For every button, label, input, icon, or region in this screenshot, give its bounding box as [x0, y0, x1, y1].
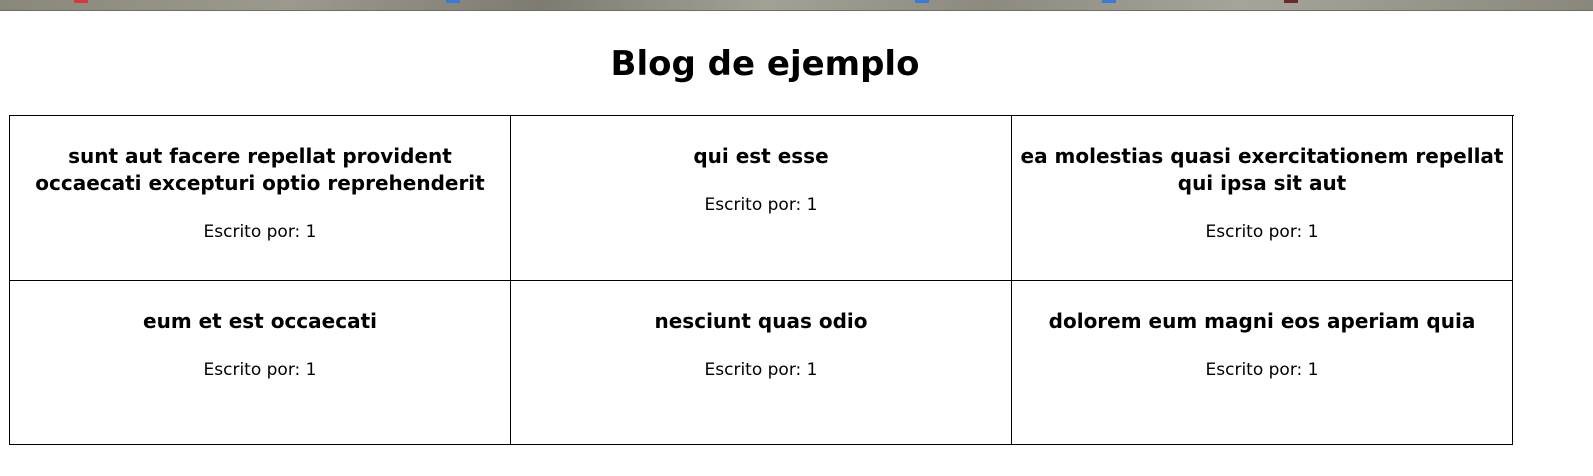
post-author: Escrito por: 1 — [704, 360, 818, 380]
page-title: Blog de ejemplo — [610, 44, 920, 84]
post-title: eum et est occaecati — [143, 309, 377, 333]
post-title: qui est esse — [693, 144, 829, 168]
post-author: Escrito por: 1 — [203, 360, 317, 380]
bookmark-icon-blue[interactable] — [915, 0, 929, 3]
bookmark-icon-dark[interactable] — [1284, 0, 1298, 3]
post-card[interactable]: nesciunt quas odio Escrito por: 1 — [511, 281, 1012, 445]
browser-top-strip — [0, 0, 1593, 11]
bookmark-icon-blue[interactable] — [446, 0, 460, 3]
post-title: dolorem eum magni eos aperiam quia — [1048, 309, 1476, 333]
post-author: Escrito por: 1 — [203, 222, 317, 242]
bookmark-icon-red[interactable] — [74, 0, 88, 3]
post-title: nesciunt quas odio — [654, 309, 868, 333]
post-author: Escrito por: 1 — [704, 195, 818, 215]
post-card[interactable]: sunt aut facere repellat provident occae… — [10, 116, 511, 281]
post-author: Escrito por: 1 — [1205, 222, 1319, 242]
posts-grid: sunt aut facere repellat provident occae… — [9, 115, 1514, 445]
bookmark-icon-blue[interactable] — [1102, 0, 1116, 3]
post-card[interactable]: eum et est occaecati Escrito por: 1 — [10, 281, 511, 445]
post-title: sunt aut facere repellat provident occae… — [35, 144, 485, 195]
post-card[interactable]: qui est esse Escrito por: 1 — [511, 116, 1012, 281]
post-card[interactable]: dolorem eum magni eos aperiam quia Escri… — [1012, 281, 1513, 445]
post-author: Escrito por: 1 — [1205, 360, 1319, 380]
post-title: ea molestias quasi exercitationem repell… — [1020, 144, 1504, 195]
post-card[interactable]: ea molestias quasi exercitationem repell… — [1012, 116, 1513, 281]
